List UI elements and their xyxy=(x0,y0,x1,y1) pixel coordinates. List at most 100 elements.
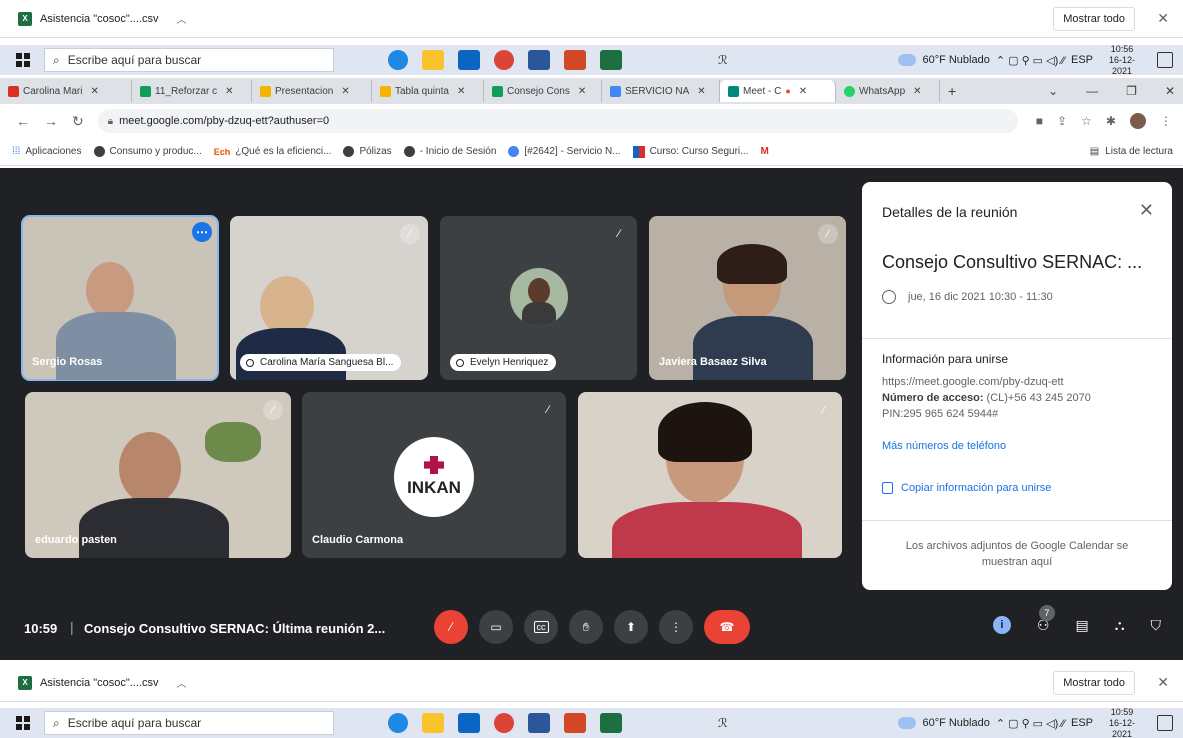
tab-presentacion[interactable]: Presentacion ✕ xyxy=(252,80,372,102)
info-icon[interactable]: i xyxy=(992,616,1011,634)
tab-whatsapp[interactable]: WhatsApp ✕ xyxy=(836,80,940,102)
mic-off-button[interactable]: ⁄ xyxy=(434,610,468,644)
copy-join-info-button[interactable]: Copiar información para unirse xyxy=(882,482,1051,494)
chrome-icon[interactable] xyxy=(494,713,514,733)
reload-icon[interactable]: ↻ xyxy=(72,113,84,130)
share-icon[interactable]: ⇪ xyxy=(1057,114,1067,128)
notification-icon[interactable] xyxy=(1157,715,1173,731)
forward-icon[interactable]: → xyxy=(44,113,58,130)
tray-icons[interactable]: ⌃ ▢ ⚲ ▭ ◁) ⁄⁄ xyxy=(996,54,1065,67)
tab-close-icon[interactable]: ✕ xyxy=(225,86,233,97)
participant-tile-claudio[interactable]: INKAN ⁄ Claudio Carmona xyxy=(302,392,566,558)
present-button[interactable]: ⬆ xyxy=(614,610,648,644)
mail-icon[interactable] xyxy=(458,713,480,733)
download-item[interactable]: X Asistencia "cosoc"....csv ︿ xyxy=(18,11,186,26)
minimize-button[interactable]: — xyxy=(1086,84,1098,98)
word-icon[interactable] xyxy=(528,713,550,733)
powerpoint-icon[interactable] xyxy=(564,50,586,70)
weather-text[interactable]: 60°F Nublado xyxy=(922,54,989,66)
participant-tile-self[interactable]: ⁄ xyxy=(578,392,842,558)
bookmark-gmail[interactable]: M xyxy=(761,146,769,157)
bookmark-servicio[interactable]: [#2642] - Servicio N... xyxy=(508,146,621,157)
edge-icon[interactable] xyxy=(388,713,408,733)
back-icon[interactable]: ← xyxy=(16,113,30,130)
windows-start-icon[interactable] xyxy=(16,53,30,67)
bookmark-curso[interactable]: Curso: Curso Seguri... xyxy=(632,145,749,158)
participant-tile-sergio[interactable]: ⋯ Sergio Rosas xyxy=(21,215,219,381)
tab-consejo[interactable]: Consejo Cons ✕ xyxy=(484,80,602,102)
chevron-up-icon[interactable]: ︿ xyxy=(176,675,186,690)
file-explorer-icon[interactable] xyxy=(422,50,444,70)
excel-icon[interactable] xyxy=(600,713,622,733)
weather-text[interactable]: 60°F Nublado xyxy=(922,717,989,729)
show-all-button[interactable]: Mostrar todo xyxy=(1053,6,1135,31)
leave-call-button[interactable]: ☎︎ xyxy=(704,610,750,644)
language-indicator[interactable]: ESP xyxy=(1071,717,1093,729)
taskbar-clock[interactable]: 10:59 16-12-2021 xyxy=(1099,707,1145,738)
mail-icon[interactable] xyxy=(458,50,480,70)
tab-search-icon[interactable]: ⌄ xyxy=(1048,84,1058,98)
participant-tile-evelyn[interactable]: ⁄ Evelyn Henriquez xyxy=(440,216,637,380)
tab-meet[interactable]: Meet - C ● ✕ xyxy=(720,80,836,102)
taskbar-search[interactable]: ⌕ Escribe aquí para buscar xyxy=(44,48,334,72)
host-controls-icon[interactable]: ⛉ xyxy=(1151,617,1162,634)
raise-hand-button[interactable]: ✋︎ xyxy=(569,610,603,644)
restore-button[interactable]: ❐ xyxy=(1126,84,1137,98)
download-item[interactable]: X Asistencia "cosoc"....csv ︿ xyxy=(18,675,186,690)
tab-carolina[interactable]: Carolina Mari ✕ xyxy=(0,80,132,102)
more-options-button[interactable]: ⋮ xyxy=(659,610,693,644)
activities-icon[interactable]: ⛬ xyxy=(1115,617,1125,634)
notification-icon[interactable] xyxy=(1157,52,1173,68)
new-tab-button[interactable]: + xyxy=(948,83,956,99)
camera-icon[interactable]: ■ xyxy=(1036,114,1043,128)
tab-close-icon[interactable]: ✕ xyxy=(697,86,705,97)
file-explorer-icon[interactable] xyxy=(422,713,444,733)
bookmark-inicio-sesion[interactable]: - Inicio de Sesión xyxy=(403,146,496,157)
tab-tabla[interactable]: Tabla quinta ✕ xyxy=(372,80,484,102)
chat-icon[interactable]: ▤ xyxy=(1075,617,1088,634)
more-phone-numbers-link[interactable]: Más números de teléfono xyxy=(882,440,1006,452)
bookmark-polizas[interactable]: Pólizas xyxy=(343,146,392,157)
tab-close-icon[interactable]: ✕ xyxy=(90,86,98,97)
taskbar-clock[interactable]: 10:56 16-12-2021 xyxy=(1099,44,1145,77)
extensions-icon[interactable]: ✱ xyxy=(1106,114,1116,128)
reading-list[interactable]: ▤ Lista de lectura xyxy=(1090,146,1173,157)
language-indicator[interactable]: ESP xyxy=(1071,54,1093,66)
powerpoint-icon[interactable] xyxy=(564,713,586,733)
participant-tile-carolina[interactable]: ⁄ Carolina María Sanguesa Bl... xyxy=(230,216,428,380)
more-options-icon[interactable]: ⋯ xyxy=(192,222,212,242)
menu-icon[interactable]: ⋮ xyxy=(1160,114,1172,128)
people-icon[interactable]: ℛ xyxy=(718,716,728,730)
bookmark-consumo[interactable]: Consumo y produc... xyxy=(93,146,202,157)
taskbar-search[interactable]: ⌕ Escribe aquí para buscar xyxy=(44,711,334,735)
people-icon[interactable]: ℛ xyxy=(718,53,728,67)
windows-start-icon[interactable] xyxy=(16,716,30,730)
edge-icon[interactable] xyxy=(388,50,408,70)
word-icon[interactable] xyxy=(528,50,550,70)
participant-tile-eduardo[interactable]: ⁄ eduardo pasten xyxy=(25,392,291,558)
participant-tile-javiera[interactable]: ⁄ Javiera Basaez Silva xyxy=(649,216,846,380)
camera-button[interactable]: ▭ xyxy=(479,610,513,644)
close-window-button[interactable]: ✕ xyxy=(1165,84,1175,98)
tab-servicio[interactable]: SERVICIO NA ✕ xyxy=(602,80,720,102)
tab-close-icon[interactable]: ✕ xyxy=(799,86,807,97)
captions-button[interactable]: cc xyxy=(524,610,558,644)
chevron-up-icon[interactable]: ︿ xyxy=(176,11,186,26)
tab-reforzar[interactable]: 11_Reforzar c ✕ xyxy=(132,80,252,102)
chrome-icon[interactable] xyxy=(494,50,514,70)
people-button[interactable]: 7 ⚇ xyxy=(1037,604,1055,634)
tray-icons[interactable]: ⌃ ▢ ⚲ ▭ ◁) ⁄⁄ xyxy=(996,717,1065,730)
close-icon[interactable]: ✕ xyxy=(1157,10,1169,27)
close-icon[interactable]: ✕ xyxy=(1139,200,1154,221)
tab-close-icon[interactable]: ✕ xyxy=(913,86,921,97)
tab-close-icon[interactable]: ✕ xyxy=(578,86,586,97)
bookmark-star-icon[interactable]: ☆ xyxy=(1081,114,1092,128)
close-icon[interactable]: ✕ xyxy=(1157,674,1169,691)
show-all-button[interactable]: Mostrar todo xyxy=(1053,670,1135,695)
bookmark-apps[interactable]: ⁞⁞⁞ Aplicaciones xyxy=(12,146,82,157)
bookmark-eficiencia[interactable]: Ech ¿Qué es la eficienci... xyxy=(214,146,332,157)
tab-close-icon[interactable]: ✕ xyxy=(457,86,465,97)
address-bar[interactable]: 🔒︎ meet.google.com/pby-dzuq-ett?authuser… xyxy=(97,109,1018,133)
excel-icon[interactable] xyxy=(600,50,622,70)
tab-close-icon[interactable]: ✕ xyxy=(341,86,349,97)
